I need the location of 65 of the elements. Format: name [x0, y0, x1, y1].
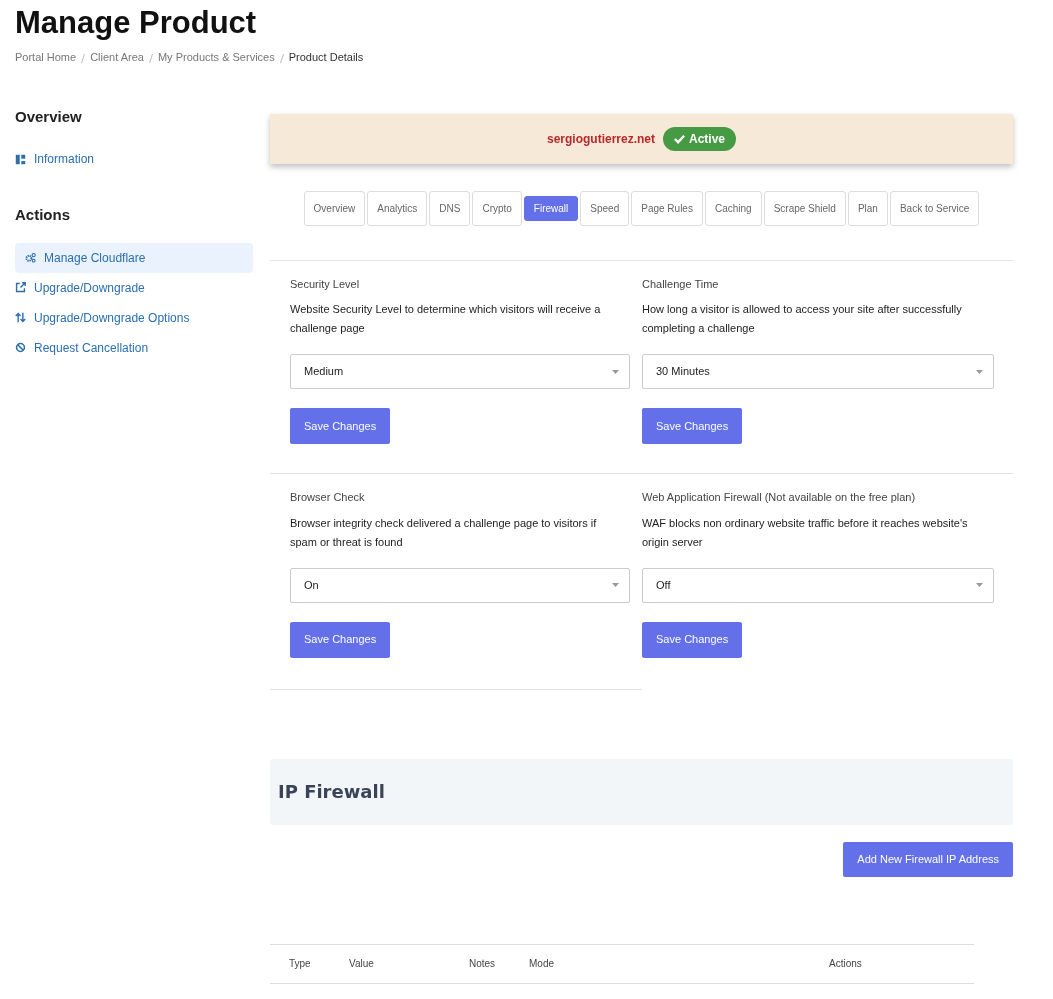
- setting-title: Security Level: [290, 276, 361, 292]
- column-header: Mode: [529, 957, 555, 972]
- tab[interactable]: Speed: [580, 190, 630, 226]
- select-value: 30 Minutes: [656, 364, 710, 380]
- save-button[interactable]: Save Changes: [290, 408, 391, 445]
- select-value: On: [304, 577, 319, 593]
- sidebar-heading: Overview: [15, 106, 83, 127]
- sidebar-icon: [15, 153, 26, 165]
- setting-description: How long a visitor is allowed to access your site after successfully completing a challenge: [642, 302, 963, 337]
- breadcrumb-link[interactable]: Client Area: [90, 51, 144, 64]
- caret-icon: [612, 583, 619, 588]
- sidebar-item[interactable]: Manage Cloudflare: [15, 242, 253, 273]
- tab[interactable]: Scrape Shield: [763, 190, 846, 226]
- select-field[interactable]: Off: [642, 567, 994, 603]
- save-button[interactable]: Save Changes: [290, 621, 391, 658]
- tab[interactable]: Page Rules: [631, 190, 703, 226]
- column-header: Notes: [469, 957, 497, 972]
- sidebar-icon: [25, 252, 36, 264]
- tab[interactable]: Caching: [704, 190, 762, 226]
- select-field[interactable]: Medium: [290, 354, 630, 390]
- column-header: Actions: [829, 957, 863, 972]
- add-ip-button[interactable]: Add New Firewall IP Address: [843, 841, 1013, 877]
- tab[interactable]: Back to Service: [889, 190, 980, 226]
- tab[interactable]: Crypto: [472, 190, 522, 226]
- save-button[interactable]: Save Changes: [642, 408, 743, 445]
- select-field[interactable]: On: [290, 567, 630, 603]
- page-title: Manage Product: [15, 4, 258, 42]
- section-title: IP Firewall: [278, 780, 385, 805]
- setting-title: Web Application Firewall (Not available on the free plan): [642, 490, 917, 506]
- breadcrumb-separator: [148, 53, 153, 63]
- breadcrumb-separator: [81, 53, 86, 63]
- tab[interactable]: Firewall: [523, 195, 579, 221]
- column-header: Type: [289, 957, 312, 972]
- select-value: Medium: [304, 364, 344, 380]
- sidebar-item[interactable]: Upgrade/Downgrade: [15, 272, 253, 303]
- setting-title: Browser Check: [290, 490, 366, 506]
- breadcrumb-link[interactable]: My Products & Services: [157, 51, 275, 64]
- setting-description: WAF blocks non ordinary website traffic before it reaches website's origin server: [642, 515, 969, 550]
- sidebar-heading: Actions: [15, 205, 71, 226]
- setting-description: Browser integrity check delivered a challenge page to visitors if spam or threat is found: [290, 515, 598, 550]
- check-icon: [674, 133, 685, 144]
- caret-icon: [612, 369, 619, 374]
- sidebar-item[interactable]: Request Cancellation: [15, 332, 253, 363]
- tab[interactable]: DNS: [429, 190, 471, 226]
- sidebar-icon: [15, 342, 26, 354]
- caret-icon: [976, 369, 983, 374]
- sidebar-icon: [15, 282, 26, 294]
- tab[interactable]: Plan: [847, 190, 888, 226]
- select-field[interactable]: 30 Minutes: [642, 354, 994, 390]
- domain-name: sergiogutierrez.net: [546, 130, 655, 148]
- breadcrumb-separator: [279, 53, 284, 63]
- sidebar-item[interactable]: Information: [15, 144, 253, 175]
- breadcrumb-current: Product Details: [288, 51, 364, 64]
- tab[interactable]: Analytics: [367, 190, 428, 226]
- sidebar-icon: [15, 312, 26, 324]
- tab[interactable]: Overview: [303, 190, 366, 226]
- select-value: Off: [656, 577, 671, 593]
- column-header: Value: [349, 957, 375, 972]
- setting-title: Challenge Time: [642, 276, 720, 292]
- status-badge: Active: [663, 126, 737, 151]
- setting-description: Website Security Level to determine which visitors will receive a challenge page: [290, 302, 602, 337]
- sidebar-item[interactable]: Upgrade/Downgrade Options: [15, 302, 253, 333]
- caret-icon: [976, 583, 983, 588]
- save-button[interactable]: Save Changes: [642, 621, 743, 658]
- breadcrumb-link[interactable]: Portal Home: [15, 51, 77, 64]
